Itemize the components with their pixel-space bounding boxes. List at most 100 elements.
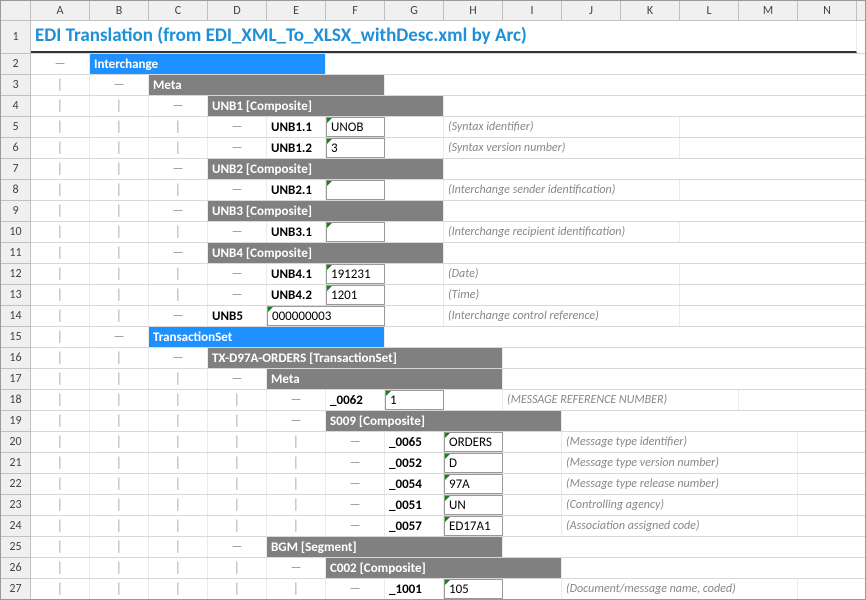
field-description: (Controlling agency) (562, 495, 798, 515)
tree-pipe: │ (90, 96, 149, 116)
tree-pipe: │ (90, 222, 149, 242)
col-header[interactable]: J (562, 1, 621, 20)
col-header[interactable]: A (31, 1, 90, 20)
tree-pipe: │ (149, 138, 208, 158)
row-header[interactable]: 14 (1, 306, 31, 327)
field-label: UNB4.1 (267, 264, 326, 284)
field-value[interactable]: 97A (444, 474, 503, 494)
col-header[interactable]: G (385, 1, 444, 20)
spacer (503, 579, 562, 599)
row-header[interactable]: 3 (1, 75, 31, 96)
tree-pipe: │ (90, 495, 149, 515)
tree-pipe: │ (149, 432, 208, 452)
tree-pipe: │ (90, 285, 149, 305)
tree-pipe: │ (90, 453, 149, 473)
field-value[interactable]: ORDERS (444, 432, 503, 452)
unb3-header: UNB3 [Composite] (208, 201, 444, 221)
tree-pipe: │ (149, 222, 208, 242)
cell-area[interactable]: EDI Translation (from EDI_XML_To_XLSX_wi… (31, 21, 865, 600)
row-header[interactable]: 20 (1, 432, 31, 453)
col-header[interactable]: B (90, 1, 149, 20)
field-value[interactable]: UN (444, 495, 503, 515)
tree-dash: — (267, 411, 326, 431)
tree-pipe: │ (208, 495, 267, 515)
spacer (503, 495, 562, 515)
field-value[interactable] (326, 222, 385, 242)
tree-pipe: │ (90, 474, 149, 494)
row-header[interactable]: 26 (1, 558, 31, 579)
row-header[interactable]: 6 (1, 138, 31, 159)
field-value[interactable]: 3 (326, 138, 385, 158)
col-header[interactable]: D (208, 1, 267, 20)
field-value[interactable]: UNOB (326, 117, 385, 137)
tree-dash: — (31, 54, 90, 74)
row-header[interactable]: 12 (1, 264, 31, 285)
row-header[interactable]: 25 (1, 537, 31, 558)
tree-pipe: │ (149, 453, 208, 473)
col-header[interactable]: E (267, 1, 326, 20)
row-header[interactable]: 18 (1, 390, 31, 411)
field-label: _0054 (385, 474, 444, 494)
col-header[interactable]: K (621, 1, 680, 20)
row-header[interactable]: 10 (1, 222, 31, 243)
field-value[interactable]: D (444, 453, 503, 473)
tree-pipe: │ (267, 453, 326, 473)
spacer (503, 453, 562, 473)
field-description: (Date) (444, 264, 680, 284)
row-header[interactable]: 8 (1, 180, 31, 201)
row-header[interactable]: 1 (1, 21, 31, 54)
field-value[interactable]: 1201 (326, 285, 385, 305)
tree-pipe: │ (90, 411, 149, 431)
tree-pipe: │ (90, 516, 149, 536)
tree-pipe: │ (90, 306, 149, 326)
row-header[interactable]: 11 (1, 243, 31, 264)
row-header[interactable]: 5 (1, 117, 31, 138)
field-value[interactable]: 1 (385, 390, 444, 410)
spacer (385, 138, 444, 158)
row-header[interactable]: 4 (1, 96, 31, 117)
spacer (444, 390, 503, 410)
tree-pipe: │ (31, 369, 90, 389)
row-header[interactable]: 16 (1, 348, 31, 369)
row-header[interactable]: 24 (1, 516, 31, 537)
col-header[interactable]: F (326, 1, 385, 20)
field-value[interactable]: 191231 (326, 264, 385, 284)
tree-pipe: │ (149, 411, 208, 431)
row-header[interactable]: 22 (1, 474, 31, 495)
tree-pipe: │ (31, 579, 90, 599)
col-header[interactable]: L (680, 1, 739, 20)
row-header[interactable]: 19 (1, 411, 31, 432)
field-value[interactable]: 105 (444, 579, 503, 599)
row-header[interactable]: 17 (1, 369, 31, 390)
row-header[interactable]: 15 (1, 327, 31, 348)
field-value[interactable]: 000000003 (267, 306, 385, 326)
row-header[interactable]: 2 (1, 54, 31, 75)
tree-pipe: │ (208, 579, 267, 599)
col-header[interactable]: N (798, 1, 857, 20)
field-value[interactable] (326, 180, 385, 200)
row-header[interactable]: 27 (1, 579, 31, 600)
col-header[interactable]: C (149, 1, 208, 20)
field-label: UNB1.2 (267, 138, 326, 158)
field-value[interactable]: ED17A1 (444, 516, 503, 536)
col-header[interactable]: M (739, 1, 798, 20)
tree-dash: — (208, 180, 267, 200)
tree-pipe: │ (149, 117, 208, 137)
field-label: _0051 (385, 495, 444, 515)
row-header[interactable]: 23 (1, 495, 31, 516)
tree-pipe: │ (31, 243, 90, 263)
col-header[interactable]: H (444, 1, 503, 20)
corner-cell[interactable] (1, 1, 31, 20)
row-header[interactable]: 13 (1, 285, 31, 306)
row-header[interactable]: 21 (1, 453, 31, 474)
tree-pipe: │ (208, 411, 267, 431)
col-header[interactable]: I (503, 1, 562, 20)
field-description: (Message type identifier) (562, 432, 798, 452)
tree-pipe: │ (90, 579, 149, 599)
field-description: (Interchange sender identification) (444, 180, 680, 200)
tree-dash: — (149, 243, 208, 263)
row-header[interactable]: 9 (1, 201, 31, 222)
tree-pipe: │ (31, 516, 90, 536)
row-header[interactable]: 7 (1, 159, 31, 180)
tree-pipe: │ (31, 495, 90, 515)
